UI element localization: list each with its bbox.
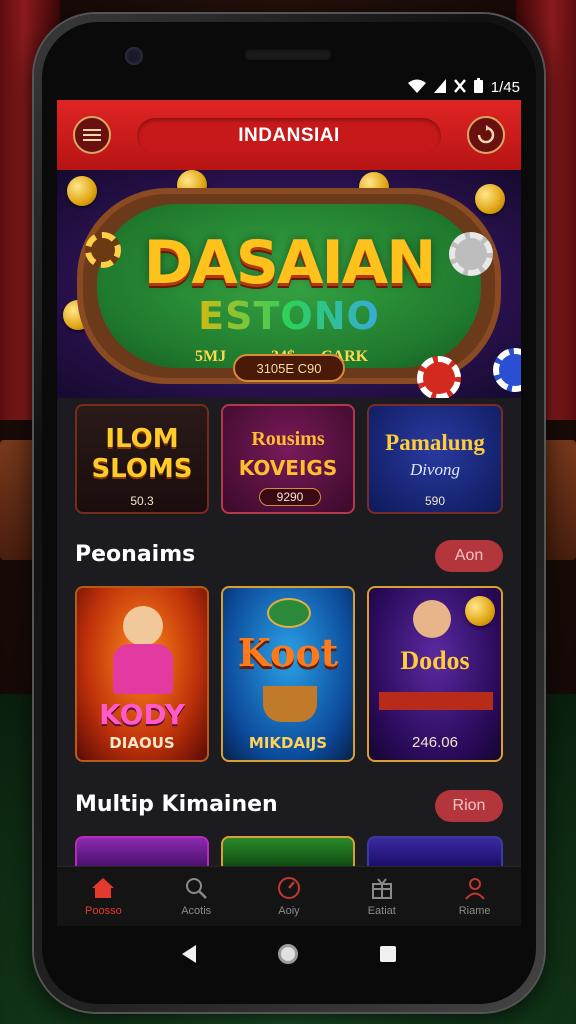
app-title: INDANSIAI	[137, 118, 441, 154]
featured-game-2-label: MIKDAIJS	[248, 734, 328, 752]
nav-label-home: Poosso	[85, 905, 122, 917]
signal-icon	[433, 78, 446, 96]
gift-box-icon	[370, 876, 394, 900]
nav-item-home[interactable]: Poosso	[57, 867, 150, 926]
game-tile-2-title-top: Rousims	[251, 428, 325, 450]
nav-label-search: Acotis	[181, 905, 212, 917]
front-camera	[125, 47, 143, 65]
hamburger-icon	[83, 129, 101, 141]
refresh-icon	[477, 125, 495, 144]
game-tile-2[interactable]: Rousims KOVEIGS 9290	[221, 404, 355, 514]
hero-caption-left: 5MJ	[195, 348, 227, 365]
section-title-multiplayer: Multip Kimainen	[75, 792, 278, 817]
recent-apps-icon[interactable]	[380, 946, 396, 962]
emblem-icon	[267, 598, 311, 628]
game-tile-1-value: 50.3	[130, 494, 154, 508]
coin-icon	[465, 596, 495, 626]
earpiece-speaker	[244, 48, 332, 60]
user-icon	[463, 876, 487, 900]
refresh-button[interactable]	[467, 116, 505, 154]
hero-title: DASAIAN	[143, 228, 437, 298]
search-icon	[184, 876, 208, 900]
app-header: INDANSIAI	[57, 100, 521, 170]
status-time: 1/45	[490, 78, 520, 96]
chip-icon	[417, 356, 461, 398]
nfc-icon	[453, 78, 466, 96]
system-navigation-bar	[57, 926, 521, 982]
home-button-icon[interactable]	[278, 944, 298, 964]
featured-game-3-title: Dodos	[400, 646, 470, 675]
nav-item-speed[interactable]: Aoiy	[243, 867, 336, 926]
nav-label-profile: Riame	[458, 905, 491, 917]
nav-label-speed: Aoiy	[278, 905, 300, 917]
section-popular-more-button[interactable]: Aon	[435, 540, 503, 572]
character-body-icon	[113, 644, 173, 694]
hero-badge[interactable]: 3105E C90	[233, 354, 345, 382]
gauge-icon	[277, 876, 301, 900]
game-tile-1-title-top: ILOM	[105, 424, 179, 454]
game-tile-3-value: 590	[424, 494, 446, 508]
game-tile-3[interactable]: Pamalung Divong 590	[367, 404, 503, 514]
featured-game-1[interactable]: KODY DIAOUS	[75, 586, 209, 762]
featured-game-3-label: 246.06	[412, 734, 458, 751]
ribbon-banner	[379, 692, 493, 710]
character-face-icon	[413, 600, 451, 638]
battery-icon	[473, 78, 483, 96]
game-tile-1[interactable]: ILOM SLOMS 50.3	[75, 404, 209, 514]
game-tile-3-title-top: Pamalung	[385, 430, 485, 455]
game-tile-3-title-bottom: Divong	[409, 460, 461, 479]
game-tile-2-title-bottom: KOVEIGS	[238, 456, 338, 480]
app-screen: INDANSIAI DASAIAN ESTONO 5MJ 34$ CARK 31…	[57, 100, 521, 926]
featured-game-2-title: Koot	[237, 630, 339, 675]
bottom-navigation: Poosso Acotis Aoiy Eatiat Riame	[57, 866, 521, 926]
status-bar: 1/45	[380, 76, 520, 98]
section-multiplayer-more-button[interactable]: Rion	[435, 790, 503, 822]
nav-label-rewards: Eatiat	[367, 905, 396, 917]
featured-game-2[interactable]: Koot MIKDAIJS	[221, 586, 355, 762]
wifi-icon	[407, 79, 426, 96]
game-tile-1-title-bottom: SLOMS	[91, 454, 193, 484]
background-slot-machine-left	[0, 440, 38, 560]
coin-icon	[67, 176, 97, 206]
nav-item-rewards[interactable]: Eatiat	[335, 867, 428, 926]
chip-icon	[493, 348, 521, 392]
featured-game-3[interactable]: Dodos 246.06	[367, 586, 503, 762]
back-icon[interactable]	[182, 945, 196, 963]
character-face-icon	[123, 606, 163, 646]
section-title-popular: Peonaims	[75, 542, 196, 567]
featured-game-1-title: KODY	[99, 698, 185, 731]
nav-item-profile[interactable]: Riame	[428, 867, 521, 926]
home-icon	[91, 876, 115, 900]
hero-subtitle: ESTONO	[57, 294, 521, 338]
fruit-basket-icon	[263, 686, 317, 722]
menu-button[interactable]	[73, 116, 111, 154]
featured-game-1-label: DIAOUS	[109, 734, 175, 752]
coin-icon	[475, 184, 505, 214]
game-tile-2-value: 9290	[259, 488, 321, 506]
nav-item-search[interactable]: Acotis	[150, 867, 243, 926]
